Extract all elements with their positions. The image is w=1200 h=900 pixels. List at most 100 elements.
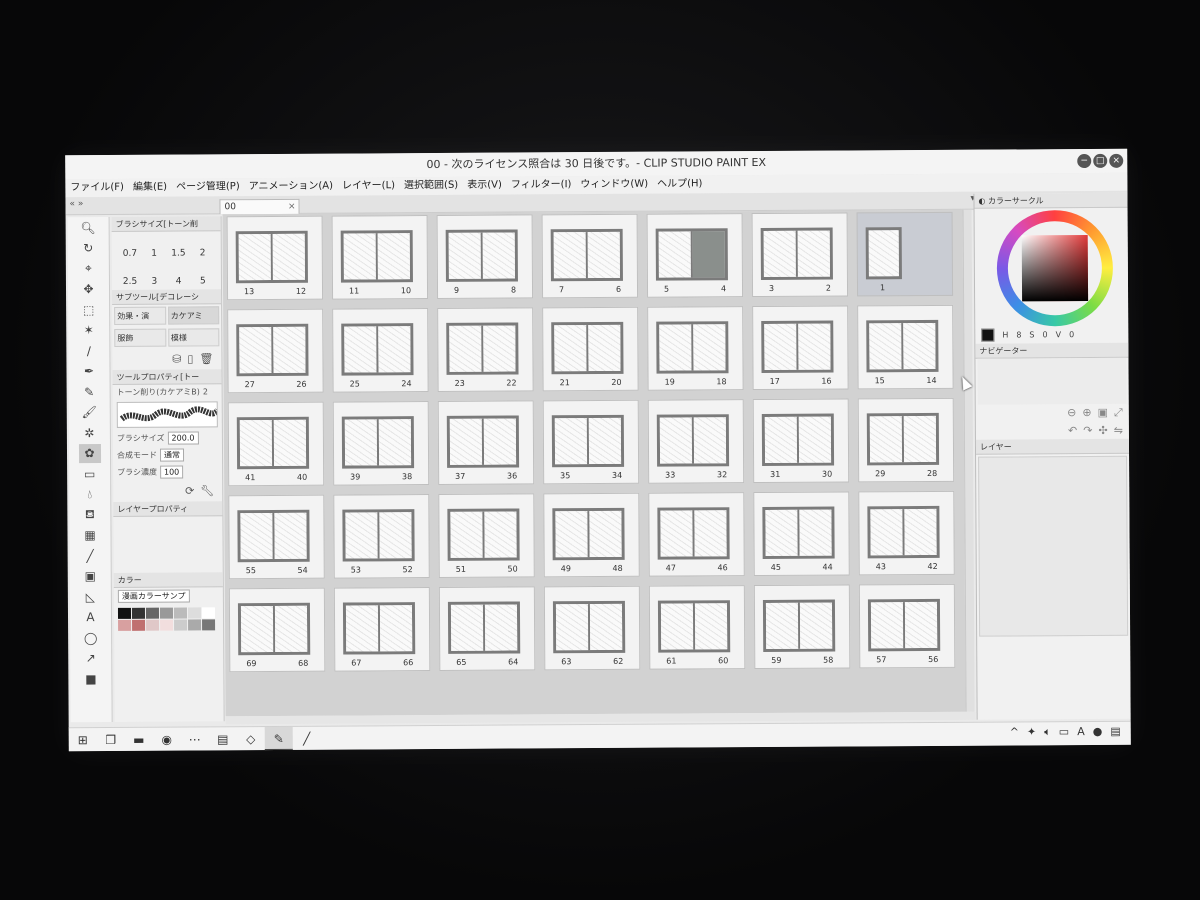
layer-panel-header[interactable]: レイヤー xyxy=(975,438,1130,455)
navigator-panel-header[interactable]: ナビゲーター xyxy=(975,342,1129,359)
subtool-tab-kakeami[interactable]: カケアミ xyxy=(167,306,220,325)
brush-size-panel-header[interactable]: ブラシサイズ[トーン削 xyxy=(111,216,221,232)
menu-help[interactable]: ヘルプ(H) xyxy=(657,175,702,193)
menu-file[interactable]: ファイル(F) xyxy=(70,179,124,197)
menu-window[interactable]: ウィンドウ(W) xyxy=(580,176,648,194)
layer-property-panel-header[interactable]: レイヤープロパティ xyxy=(113,501,223,517)
fullscreen-icon[interactable]: ⤢ xyxy=(1114,406,1123,420)
color-set-panel-header[interactable]: カラー xyxy=(113,572,223,588)
brush-size-option[interactable]: 3 xyxy=(142,263,166,287)
move-layer-icon[interactable]: ✥ xyxy=(77,280,99,300)
color-swatch[interactable] xyxy=(201,607,216,619)
page-spread-thumbnail[interactable]: 21 20 xyxy=(542,306,639,392)
file-explorer-icon[interactable]: ▬ xyxy=(125,732,153,746)
color-swatch[interactable] xyxy=(145,607,160,619)
decoration-icon[interactable]: ✿ xyxy=(78,443,101,464)
zoom-in-icon[interactable]: ⊕ xyxy=(1082,406,1091,420)
balloon-icon[interactable]: ◯ xyxy=(80,628,102,648)
page-spread-thumbnail[interactable]: 63 62 xyxy=(543,585,641,671)
frame-border-icon[interactable]: ▣ xyxy=(79,567,101,587)
page-spread-thumbnail[interactable]: 76 xyxy=(541,213,639,299)
eraser-icon[interactable]: ▭ xyxy=(79,464,101,484)
color-set-select[interactable]: 漫画カラーサンプ xyxy=(117,589,190,603)
dots-app-icon[interactable]: ⋯ xyxy=(181,732,209,746)
tool-property-panel-header[interactable]: ツールプロパティ[トー xyxy=(112,369,222,385)
page-spread-thumbnail[interactable]: 13 12 xyxy=(226,215,324,301)
network-icon[interactable]: ● xyxy=(1093,725,1103,739)
page-spread-thumbnail[interactable]: 19 18 xyxy=(647,306,744,391)
brush-size-option[interactable]: 2.5 xyxy=(118,263,142,287)
brush-size-option[interactable]: 1 xyxy=(142,235,166,259)
correct-line-icon[interactable]: ↗ xyxy=(80,649,102,669)
pen-app-icon[interactable]: ╱ xyxy=(293,731,321,745)
close-button[interactable]: × xyxy=(1109,153,1124,168)
pen-icon[interactable]: ✒ xyxy=(78,362,100,382)
main-color-swatch[interactable] xyxy=(981,328,995,342)
page-spread-thumbnail[interactable]: 98 xyxy=(436,214,534,299)
airbrush-icon[interactable]: ✲ xyxy=(78,423,100,443)
page-spread-thumbnail[interactable]: 67 66 xyxy=(333,587,431,672)
brush-icon[interactable]: 🖌︎ xyxy=(78,403,100,423)
vertical-scrollbar[interactable] xyxy=(962,209,975,712)
reset-icon[interactable]: ⟳ xyxy=(185,484,194,497)
page-spread-thumbnail[interactable]: 43 42 xyxy=(858,490,955,576)
page-spread-thumbnail[interactable]: 59 58 xyxy=(753,584,851,670)
page-spread-thumbnail[interactable]: 57 56 xyxy=(858,583,956,669)
page-spread-thumbnail[interactable]: 1 xyxy=(856,211,954,297)
flip-icon[interactable]: ⇋ xyxy=(1114,424,1123,437)
selection-icon[interactable]: ⬚ xyxy=(78,300,100,320)
close-tab-icon[interactable]: × xyxy=(288,200,296,214)
page-spread-thumbnail[interactable]: 49 48 xyxy=(543,492,640,578)
hand-icon[interactable]: ↻ xyxy=(77,239,99,259)
page-manager-canvas[interactable]: 13 12 11 10 9 8 7 6 5 4 3 2 1 27 26 25 24 23 22 21 20 19 18 17 1… xyxy=(222,209,966,717)
color-swatch[interactable] xyxy=(146,619,160,631)
page-spread-thumbnail[interactable]: 53 52 xyxy=(333,494,430,579)
battery-icon[interactable]: ▭ xyxy=(1059,725,1069,739)
color-swatch[interactable] xyxy=(173,607,188,619)
page-spread-thumbnail[interactable]: 29 28 xyxy=(857,397,955,483)
volume-icon[interactable]: 🔈︎ xyxy=(1044,725,1051,739)
subtool-panel-header[interactable]: サブツール[デコレーシ xyxy=(112,289,222,305)
page-spread-thumbnail[interactable]: 69 68 xyxy=(228,587,326,673)
saturation-value-square[interactable] xyxy=(1021,235,1089,302)
tray-chevron-icon[interactable]: ^ xyxy=(1010,725,1019,739)
app-window-icon[interactable]: ▤ xyxy=(209,732,237,746)
page-spread-thumbnail[interactable]: 51 50 xyxy=(438,493,535,578)
delete-subtool-icon[interactable]: 🗑︎ xyxy=(199,352,213,365)
color-circle-panel-header[interactable]: ◐ カラーサークル xyxy=(974,192,1128,209)
page-spread-thumbnail[interactable]: 31 30 xyxy=(752,398,850,484)
figure-icon[interactable]: ╱ xyxy=(79,546,101,566)
color-swatch[interactable] xyxy=(132,619,146,631)
subtool-tab-pattern[interactable]: 模様 xyxy=(167,328,220,347)
wrench-icon[interactable]: 🔧︎ xyxy=(200,484,214,497)
clip-studio-icon[interactable]: ✎ xyxy=(264,726,293,751)
fill-icon[interactable]: ⛾ xyxy=(79,505,101,525)
brush-density-input[interactable]: 100 xyxy=(159,465,184,479)
maximize-button[interactable]: □ xyxy=(1093,153,1108,168)
color-wheel[interactable] xyxy=(996,209,1114,327)
page-spread-thumbnail[interactable]: 11 10 xyxy=(331,215,429,300)
gradient-icon[interactable]: ▦ xyxy=(79,526,101,546)
menu-view[interactable]: 表示(V) xyxy=(467,177,502,195)
fit-icon[interactable]: ▣ xyxy=(1098,406,1108,420)
color-swatch[interactable] xyxy=(202,619,216,631)
menu-filter[interactable]: フィルター(I) xyxy=(511,176,572,194)
panel-collapse-arrows[interactable]: « » xyxy=(69,199,83,209)
menu-layer[interactable]: レイヤー(L) xyxy=(342,177,395,195)
navigator-preview[interactable] xyxy=(977,357,1127,405)
notification-icon[interactable]: ▤ xyxy=(1110,725,1120,739)
minimize-button[interactable]: − xyxy=(1077,153,1092,169)
page-spread-thumbnail[interactable]: 41 40 xyxy=(227,401,325,487)
brush-size-option[interactable]: 5 xyxy=(191,262,215,286)
page-spread-thumbnail[interactable]: 54 xyxy=(646,213,744,298)
chrome-icon[interactable]: ◉ xyxy=(153,732,181,746)
zoom-out-icon[interactable]: ⊖ xyxy=(1067,406,1076,420)
page-spread-thumbnail[interactable]: 17 16 xyxy=(752,305,849,391)
zoom-icon[interactable]: 🔍︎ xyxy=(77,218,99,238)
page-spread-thumbnail[interactable]: 33 32 xyxy=(647,399,745,484)
page-spread-thumbnail[interactable]: 15 14 xyxy=(857,304,954,390)
rotate-left-icon[interactable]: ↶ xyxy=(1068,424,1077,437)
menu-edit[interactable]: 編集(E) xyxy=(133,179,167,197)
brush-size-option[interactable]: 4 xyxy=(166,262,190,287)
color-swatch[interactable] xyxy=(188,619,202,631)
